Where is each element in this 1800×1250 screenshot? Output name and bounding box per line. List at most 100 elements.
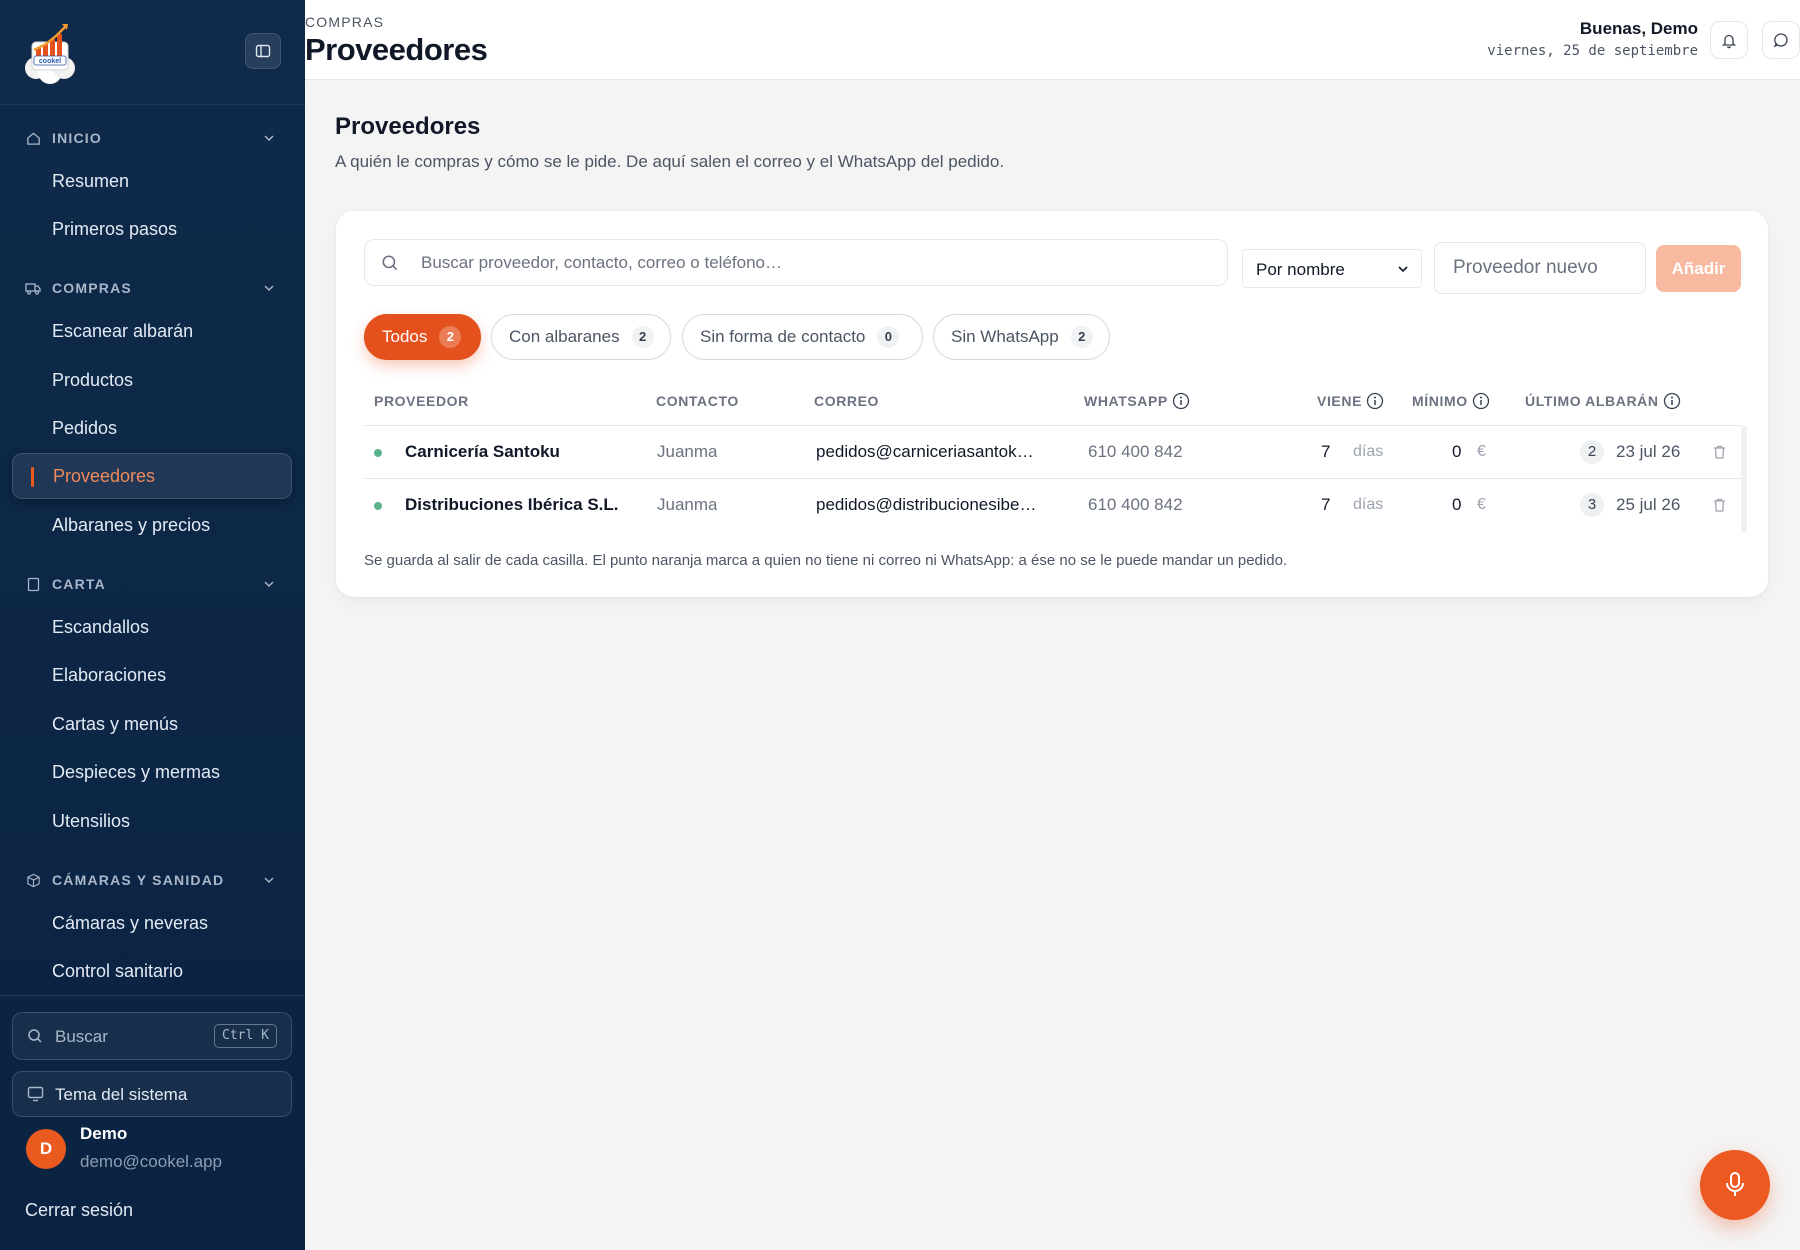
status-dot xyxy=(374,449,382,457)
sidebar-item-despieces-y-mermas[interactable]: Despieces y mermas xyxy=(12,749,292,795)
search-icon xyxy=(28,1029,42,1043)
chevron-down-icon xyxy=(264,285,274,292)
column-header-correo[interactable]: CORREO xyxy=(814,393,879,409)
sidebar-item-utensilios[interactable]: Utensilios xyxy=(12,798,292,844)
search-input[interactable] xyxy=(421,240,1211,285)
topbar: COMPRAS Proveedores Buenas, Demo viernes… xyxy=(305,0,1800,80)
trash-icon[interactable] xyxy=(1712,497,1727,513)
sidebar: cookel INICIO Resumen Primeros pasos COM… xyxy=(0,0,305,1250)
chip-label: Con albaranes xyxy=(509,327,620,346)
last-albaran-date: 23 jul 26 xyxy=(1616,442,1681,461)
chip-count: 2 xyxy=(631,326,654,348)
theme-toggle-button[interactable]: Tema del sistema xyxy=(12,1071,292,1117)
sidebar-item-camaras-y-neveras[interactable]: Cámaras y neveras xyxy=(12,900,292,946)
add-supplier-button[interactable]: Añadir xyxy=(1656,245,1741,292)
info-icon[interactable] xyxy=(1472,392,1490,410)
notifications-button[interactable] xyxy=(1710,21,1748,59)
trash-icon[interactable] xyxy=(1712,444,1727,460)
monitor-icon xyxy=(27,1086,44,1102)
column-header-minimo[interactable]: MÍNIMO xyxy=(1412,392,1490,410)
cookel-logo[interactable]: cookel xyxy=(22,18,78,84)
sidebar-item-escandallos[interactable]: Escandallos xyxy=(12,604,292,650)
column-header-contacto[interactable]: CONTACTO xyxy=(656,393,739,409)
supplier-whatsapp[interactable]: 610 400 842 xyxy=(1088,442,1183,462)
chat-icon xyxy=(1773,33,1788,48)
sidebar-item-control-sanitario[interactable]: Control sanitario xyxy=(12,948,292,994)
sidebar-item-cartas-y-menus[interactable]: Cartas y menús xyxy=(12,701,292,747)
section-label: CARTA xyxy=(52,576,106,592)
current-date: viernes, 25 de septiembre xyxy=(1487,43,1698,59)
user-email: demo@cookel.app xyxy=(80,1152,223,1171)
delivery-days[interactable]: 7 xyxy=(1321,442,1330,462)
section-camaras-y-sanidad[interactable]: CÁMARAS Y SANIDAD xyxy=(0,865,305,895)
status-dot xyxy=(374,502,382,510)
delivery-days[interactable]: 7 xyxy=(1321,495,1330,515)
table-row[interactable]: Carnicería Santoku Juanma pedidos@carnic… xyxy=(364,426,1741,479)
avatar[interactable]: D xyxy=(26,1129,66,1169)
supplier-email[interactable]: pedidos@carniceriasantoku.es xyxy=(816,442,1041,462)
supplier-search[interactable] xyxy=(364,239,1228,286)
filter-chip-con-albaranes[interactable]: Con albaranes 2 xyxy=(491,314,671,360)
sidebar-item-resumen[interactable]: Resumen xyxy=(12,158,292,204)
column-header-viene[interactable]: VIENE xyxy=(1317,392,1384,410)
table-scrollbar[interactable] xyxy=(1741,426,1747,532)
new-supplier-input[interactable] xyxy=(1435,243,1645,293)
sidebar-item-primeros-pasos[interactable]: Primeros pasos xyxy=(12,206,292,252)
section-label: INICIO xyxy=(52,130,102,146)
box-icon xyxy=(25,872,41,888)
sidebar-item-pedidos[interactable]: Pedidos xyxy=(12,405,292,451)
sort-select[interactable]: Por nombre xyxy=(1242,249,1422,288)
minimum-order[interactable]: 0 xyxy=(1452,495,1461,515)
info-icon[interactable] xyxy=(1172,392,1190,410)
info-icon[interactable] xyxy=(1366,392,1384,410)
logout-link[interactable]: Cerrar sesión xyxy=(25,1200,133,1221)
voice-input-button[interactable] xyxy=(1700,1150,1770,1220)
sidebar-item-proveedores[interactable]: Proveedores xyxy=(12,453,292,499)
chip-label: Sin WhatsApp xyxy=(951,327,1059,346)
suppliers-card: Por nombre Añadir Todos 2 Con albaranes … xyxy=(336,211,1768,597)
column-header-proveedor[interactable]: PROVEEDOR xyxy=(374,393,469,409)
sidebar-item-elaboraciones[interactable]: Elaboraciones xyxy=(12,652,292,698)
supplier-email[interactable]: pedidos@distribucionesibericas.es xyxy=(816,495,1041,515)
filter-chip-sin-forma-de-contacto[interactable]: Sin forma de contacto 0 xyxy=(682,314,923,360)
sidebar-collapse-button[interactable] xyxy=(245,33,281,69)
chat-button[interactable] xyxy=(1762,21,1800,59)
chip-count: 2 xyxy=(1070,326,1093,348)
column-header-ultimo-albaran[interactable]: ÚLTIMO ALBARÁN xyxy=(1525,392,1681,410)
sidebar-toggle-icon xyxy=(255,44,271,58)
supplier-name[interactable]: Carnicería Santoku xyxy=(405,442,560,462)
sort-value: Por nombre xyxy=(1256,260,1345,279)
section-label: COMPRAS xyxy=(52,280,132,296)
supplier-contact[interactable]: Juanma xyxy=(657,442,717,462)
table-row[interactable]: Distribuciones Ibérica S.L. Juanma pedid… xyxy=(364,479,1741,532)
sidebar-item-productos[interactable]: Productos xyxy=(12,357,292,403)
info-icon[interactable] xyxy=(1663,392,1681,410)
chevron-down-icon xyxy=(1398,266,1408,273)
supplier-name[interactable]: Distribuciones Ibérica S.L. xyxy=(405,495,619,515)
sidebar-item-escanear-albaran[interactable]: Escanear albarán xyxy=(12,308,292,354)
section-compras[interactable]: COMPRAS xyxy=(0,273,305,303)
chip-label: Sin forma de contacto xyxy=(700,327,866,346)
theme-label: Tema del sistema xyxy=(55,1085,188,1104)
delivery-days-unit: días xyxy=(1353,443,1384,460)
chip-label: Todos xyxy=(382,327,428,346)
help-note: Se guarda al salir de cada casilla. El p… xyxy=(364,552,1288,569)
user-name: Demo xyxy=(80,1124,128,1143)
supplier-contact[interactable]: Juanma xyxy=(657,495,717,515)
section-carta[interactable]: CARTA xyxy=(0,569,305,599)
sidebar-item-albaranes-y-precios[interactable]: Albaranes y precios xyxy=(12,502,292,548)
logo-area: cookel xyxy=(0,0,305,105)
sidebar-search-button[interactable]: Buscar Ctrl K xyxy=(12,1012,292,1060)
filter-chip-todos[interactable]: Todos 2 xyxy=(364,314,481,360)
sidebar-divider xyxy=(0,995,305,996)
minimum-order[interactable]: 0 xyxy=(1452,442,1461,462)
breadcrumb[interactable]: COMPRAS xyxy=(305,14,384,30)
filter-chip-sin-whatsapp[interactable]: Sin WhatsApp 2 xyxy=(933,314,1110,360)
chevron-down-icon xyxy=(264,135,274,142)
greeting: Buenas, Demo xyxy=(1579,19,1698,38)
new-supplier-field[interactable] xyxy=(1434,242,1646,294)
column-header-whatsapp[interactable]: WHATSAPP xyxy=(1084,392,1190,410)
section-inicio[interactable]: INICIO xyxy=(0,123,305,153)
chevron-down-icon xyxy=(264,877,274,884)
supplier-whatsapp[interactable]: 610 400 842 xyxy=(1088,495,1183,515)
